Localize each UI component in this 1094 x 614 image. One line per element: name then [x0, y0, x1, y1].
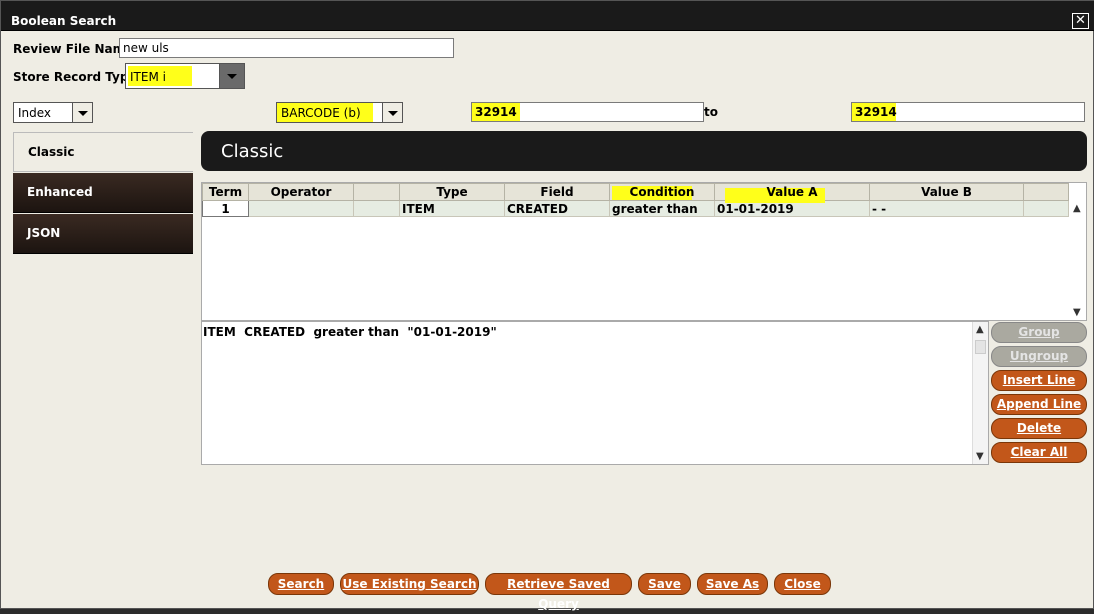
- clear-all-button[interactable]: Clear All: [991, 442, 1087, 463]
- scroll-up-icon[interactable]: ▲: [1073, 203, 1081, 214]
- store-record-type-select[interactable]: ITEM i: [125, 63, 245, 89]
- cell-type[interactable]: ITEM: [399, 200, 505, 217]
- insert-line-button-label: Insert Line: [1002, 373, 1076, 387]
- tab-classic[interactable]: Classic: [13, 132, 193, 172]
- col-value-b[interactable]: Value B: [869, 183, 1024, 201]
- scroll-up-icon[interactable]: ▲: [976, 324, 984, 335]
- use-existing-search-button[interactable]: Use Existing Search: [340, 573, 479, 595]
- barcode-select[interactable]: BARCODE (b): [276, 102, 403, 123]
- retrieve-saved-query-button[interactable]: Retrieve Saved Query: [485, 573, 632, 611]
- range-to-input[interactable]: 32914: [851, 102, 1085, 122]
- group-button[interactable]: Group: [991, 322, 1087, 343]
- cell-blank[interactable]: [353, 200, 400, 217]
- grid-scrollbar[interactable]: ▲ ▼: [1070, 201, 1086, 320]
- col-blank[interactable]: [353, 183, 400, 201]
- index-select[interactable]: Index: [13, 102, 93, 123]
- classic-banner: Classic: [201, 131, 1087, 171]
- append-line-button[interactable]: Append Line: [991, 394, 1087, 415]
- col-value-a[interactable]: Value A: [714, 183, 870, 203]
- tab-enhanced[interactable]: Enhanced: [13, 173, 193, 213]
- scroll-thumb[interactable]: [975, 340, 986, 354]
- index-dropdown-icon[interactable]: [72, 103, 92, 122]
- query-scrollbar[interactable]: ▲ ▼: [972, 322, 988, 464]
- terms-header-row: Term Operator Type Field Condition Value…: [202, 183, 1069, 203]
- barcode-dropdown-icon[interactable]: [382, 103, 402, 122]
- col-condition-label: Condition: [629, 185, 695, 199]
- col-extra[interactable]: [1023, 183, 1069, 201]
- cell-condition[interactable]: greater than: [609, 200, 715, 217]
- col-field[interactable]: Field: [504, 183, 610, 201]
- ungroup-button[interactable]: Ungroup: [991, 346, 1087, 367]
- query-text: ITEM CREATED greater than "01-01-2019": [203, 325, 497, 339]
- index-select-value: Index: [18, 106, 52, 120]
- boolean-search-window: Boolean Search ✕ Review File Name: new u…: [0, 0, 1094, 611]
- table-row[interactable]: 1 ITEM CREATED greater than 01-01-2019 -…: [202, 200, 1069, 217]
- store-record-type-dropdown-icon[interactable]: [219, 64, 244, 88]
- group-button-label: Group: [1018, 325, 1060, 339]
- store-record-type-value: ITEM i: [130, 70, 166, 84]
- close-button[interactable]: Close: [774, 573, 831, 595]
- delete-button[interactable]: Delete: [991, 418, 1087, 439]
- ungroup-button-label: Ungroup: [1009, 349, 1069, 363]
- terms-table: Term Operator Type Field Condition Value…: [202, 183, 1069, 217]
- range-to-label: to: [704, 105, 718, 119]
- col-type[interactable]: Type: [399, 183, 505, 201]
- cell-value-b[interactable]: - -: [869, 200, 1024, 217]
- clear-all-button-label: Clear All: [1010, 445, 1068, 459]
- scroll-down-icon[interactable]: ▼: [976, 451, 984, 462]
- cell-operator[interactable]: [248, 200, 354, 217]
- close-window-icon[interactable]: ✕: [1072, 13, 1089, 29]
- review-file-name-input[interactable]: new uls: [119, 38, 454, 58]
- delete-button-label: Delete: [1016, 421, 1062, 435]
- tab-json[interactable]: JSON: [13, 214, 193, 254]
- col-condition[interactable]: Condition: [609, 183, 715, 201]
- barcode-select-value: BARCODE (b): [281, 106, 361, 120]
- col-value-a-label: Value A: [766, 185, 818, 199]
- search-button[interactable]: Search: [268, 573, 334, 595]
- terms-grid: Term Operator Type Field Condition Value…: [201, 182, 1087, 321]
- window-title: Boolean Search: [11, 14, 117, 28]
- append-line-button-label: Append Line: [996, 397, 1082, 411]
- save-button[interactable]: Save: [638, 573, 691, 595]
- store-record-type-label: Store Record Type:: [13, 70, 142, 84]
- col-operator[interactable]: Operator: [248, 183, 354, 201]
- scroll-down-icon[interactable]: ▼: [1073, 307, 1081, 318]
- banner-title: Classic: [221, 141, 284, 162]
- insert-line-button[interactable]: Insert Line: [991, 370, 1087, 391]
- cell-term[interactable]: 1: [202, 200, 249, 217]
- save-as-button[interactable]: Save As: [697, 573, 768, 595]
- cell-extra[interactable]: [1023, 200, 1069, 217]
- range-to-value: 32914: [855, 105, 897, 119]
- col-term[interactable]: Term: [202, 183, 249, 201]
- range-from-value: 32914: [475, 105, 517, 119]
- range-from-input[interactable]: 32914: [471, 102, 704, 122]
- query-text-area[interactable]: ITEM CREATED greater than "01-01-2019" ▲…: [201, 321, 989, 465]
- title-bar: Boolean Search ✕: [1, 1, 1094, 31]
- cell-field[interactable]: CREATED: [504, 200, 610, 217]
